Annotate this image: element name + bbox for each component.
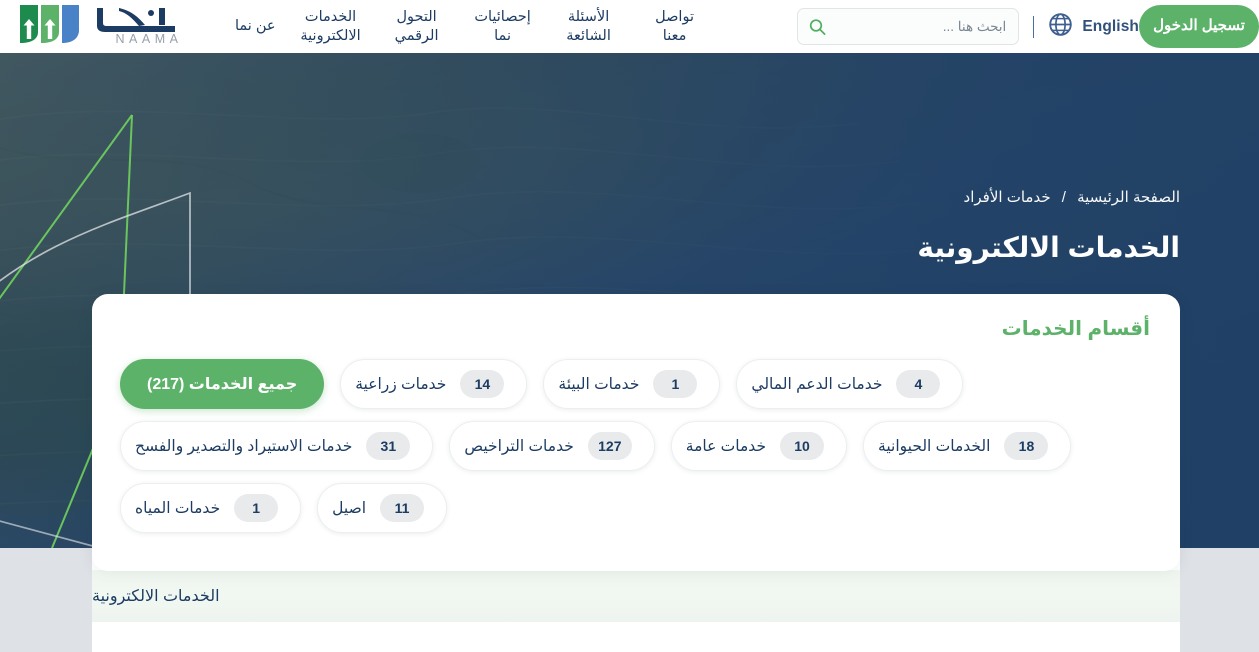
- site-logo[interactable]: NAAMA: [18, 0, 209, 53]
- category-label: خدمات عامة: [685, 437, 767, 455]
- nav-eservices[interactable]: الخدمات الالكترونية: [288, 8, 374, 46]
- category-label: اصيل: [332, 499, 367, 517]
- nav-about[interactable]: عن نما: [223, 17, 288, 36]
- category-financial-support-services[interactable]: خدمات الدعم المالي 4: [736, 359, 964, 409]
- login-button[interactable]: تسجيل الدخول: [1139, 5, 1259, 48]
- nav-faq[interactable]: الأسئلة الشائعة: [546, 8, 632, 46]
- categories-heading: أقسام الخدمات: [1001, 318, 1150, 340]
- category-label: خدمات زراعية: [355, 375, 447, 393]
- logo-wordmark: NAAMA: [89, 0, 209, 51]
- category-count-badge: 14: [460, 370, 505, 398]
- naama-logo-icon: [18, 2, 81, 51]
- category-all-services[interactable]: جميع الخدمات (217): [120, 359, 325, 409]
- globe-icon: [1048, 12, 1073, 42]
- category-import-export-clearance-services[interactable]: خدمات الاستيراد والتصدير والفسح 31: [120, 421, 434, 471]
- category-chip-row: خدمات المياه 1 اصيل 11: [120, 483, 1152, 533]
- nav-divider: [1033, 15, 1035, 38]
- service-categories-card: أقسام الخدمات جميع الخدمات (217) خدمات ز…: [92, 294, 1180, 571]
- category-label: الخدمات الحيوانية: [878, 437, 991, 455]
- category-count-badge: 1: [234, 494, 279, 522]
- category-count-badge: 11: [380, 494, 425, 522]
- category-count-badge: 127: [587, 432, 632, 460]
- search-field-wrapper: [797, 8, 1020, 45]
- category-count-badge: 18: [1004, 432, 1049, 460]
- eservices-section-header: الخدمات الالكترونية: [92, 570, 1180, 622]
- category-animal-services[interactable]: الخدمات الحيوانية 18: [863, 421, 1072, 471]
- category-label: خدمات البيئة: [558, 375, 640, 393]
- category-count-badge: 10: [780, 432, 825, 460]
- top-navigation-bar: NAAMA عن نما الخدمات الالكترونية التحول …: [0, 0, 1259, 53]
- category-chip-row: جميع الخدمات (217) خدمات زراعية 14 خدمات…: [120, 359, 1152, 409]
- category-agricultural-services[interactable]: خدمات زراعية 14: [340, 359, 528, 409]
- breadcrumb-individual-services[interactable]: خدمات الأفراد: [964, 189, 1051, 206]
- category-chip-row: خدمات الاستيراد والتصدير والفسح 31 خدمات…: [120, 421, 1152, 471]
- category-count-badge: 1: [653, 370, 698, 398]
- category-label: جميع الخدمات (217): [147, 376, 298, 393]
- category-label: خدمات التراخيص: [464, 437, 574, 455]
- nav-digital-transformation[interactable]: التحول الرقمي: [374, 8, 460, 46]
- category-label: خدمات الدعم المالي: [751, 375, 883, 393]
- breadcrumb-separator: /: [1061, 189, 1066, 206]
- breadcrumb: الصفحة الرئيسية / خدمات الأفراد: [964, 188, 1180, 206]
- nav-links-group: عن نما الخدمات الالكترونية التحول الرقمي…: [223, 8, 718, 46]
- category-water-services[interactable]: خدمات المياه 1: [120, 483, 302, 533]
- eservices-section-title: الخدمات الالكترونية: [92, 588, 220, 605]
- search-icon[interactable]: [809, 18, 826, 35]
- page-root: NAAMA عن نما الخدمات الالكترونية التحول …: [0, 0, 1259, 652]
- category-licensing-services[interactable]: خدمات التراخيص 127: [449, 421, 655, 471]
- category-label: خدمات المياه: [135, 499, 221, 517]
- page-title: الخدمات الالكترونية: [917, 232, 1180, 263]
- search-input[interactable]: [797, 8, 1020, 45]
- breadcrumb-home[interactable]: الصفحة الرئيسية: [1077, 189, 1180, 206]
- category-general-services[interactable]: خدمات عامة 10: [670, 421, 848, 471]
- language-label: English: [1082, 17, 1139, 35]
- nav-contact[interactable]: تواصل معنا: [632, 8, 718, 46]
- category-aseel[interactable]: اصيل 11: [317, 483, 448, 533]
- category-count-badge: 4: [896, 370, 941, 398]
- nav-statistics[interactable]: إحصائيات نما: [460, 8, 546, 46]
- logo-wordmark-text: NAAMA: [116, 32, 183, 46]
- language-switcher[interactable]: English: [1048, 12, 1139, 42]
- category-environment-services[interactable]: خدمات البيئة 1: [543, 359, 721, 409]
- category-count-badge: 31: [366, 432, 411, 460]
- category-label: خدمات الاستيراد والتصدير والفسح: [135, 437, 353, 455]
